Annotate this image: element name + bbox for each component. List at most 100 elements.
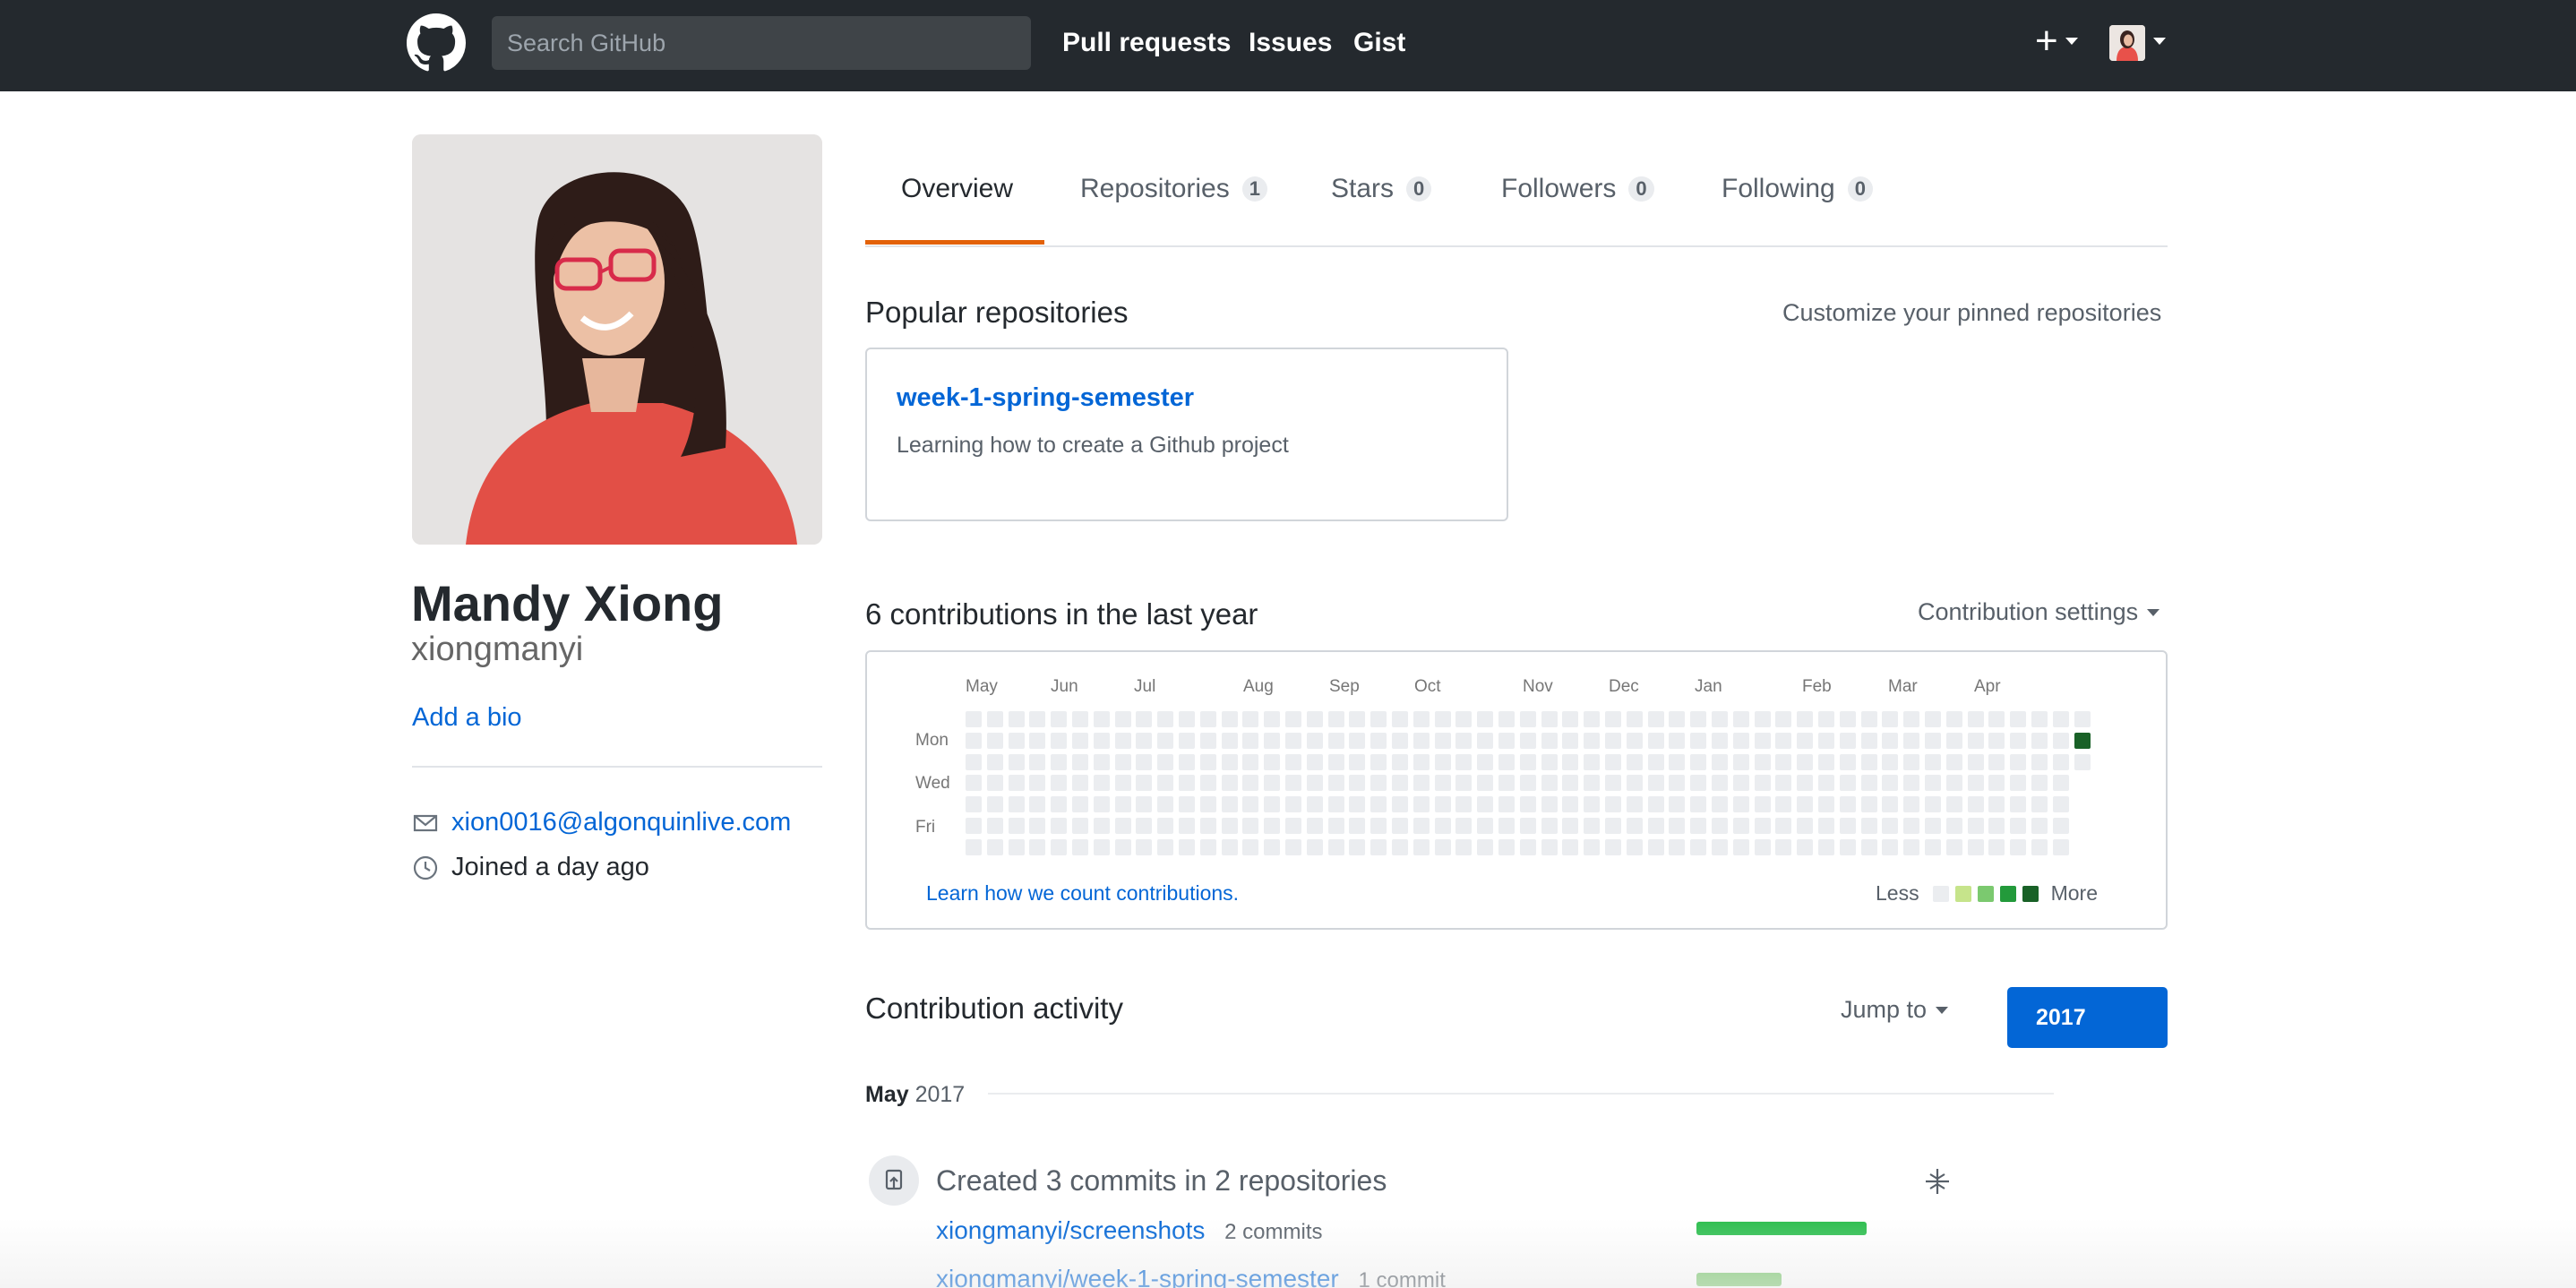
contribution-day-cell[interactable]	[1775, 753, 1792, 770]
contribution-day-cell[interactable]	[1327, 818, 1344, 834]
contribution-day-cell[interactable]	[1988, 732, 2005, 749]
contribution-day-cell[interactable]	[1157, 732, 1174, 749]
contribution-day-cell[interactable]	[1945, 775, 1962, 792]
contribution-day-cell[interactable]	[1114, 818, 1131, 834]
contribution-day-cell[interactable]	[1029, 838, 1046, 855]
contribution-day-cell[interactable]	[1669, 732, 1686, 749]
contribution-day-cell[interactable]	[1029, 711, 1046, 727]
contribution-day-cell[interactable]	[1029, 753, 1046, 770]
contribution-day-cell[interactable]	[1903, 818, 1920, 834]
contribution-day-cell[interactable]	[1199, 711, 1216, 727]
contribution-day-cell[interactable]	[1477, 796, 1494, 813]
contribution-day-cell[interactable]	[1626, 775, 1643, 792]
contribution-day-cell[interactable]	[1199, 838, 1216, 855]
contribution-day-cell[interactable]	[1157, 838, 1174, 855]
contribution-day-cell[interactable]	[1093, 753, 1110, 770]
contribution-day-cell[interactable]	[1221, 838, 1238, 855]
contribution-day-cell[interactable]	[2074, 732, 2091, 749]
contribution-day-cell[interactable]	[1264, 838, 1281, 855]
contribution-day-cell[interactable]	[1498, 711, 1515, 727]
contribution-day-cell[interactable]	[1306, 753, 1323, 770]
contribution-day-cell[interactable]	[1945, 818, 1962, 834]
contribution-day-cell[interactable]	[1434, 796, 1451, 813]
contribution-settings-dropdown[interactable]: Contribution settings	[1918, 598, 2160, 626]
contribution-day-cell[interactable]	[1264, 753, 1281, 770]
contribution-day-cell[interactable]	[2031, 838, 2048, 855]
contribution-day-cell[interactable]	[1349, 818, 1366, 834]
learn-contributions-link[interactable]: Learn how we count contributions.	[926, 881, 1239, 906]
tab-followers[interactable]: Followers 0	[1501, 174, 1654, 204]
contribution-day-cell[interactable]	[1008, 796, 1025, 813]
contribution-day-cell[interactable]	[1818, 732, 1834, 749]
contribution-day-cell[interactable]	[1199, 775, 1216, 792]
contribution-day-cell[interactable]	[1242, 775, 1259, 792]
contribution-day-cell[interactable]	[2010, 796, 2027, 813]
contribution-day-cell[interactable]	[1562, 711, 1579, 727]
contribution-day-cell[interactable]	[2031, 775, 2048, 792]
contribution-day-cell[interactable]	[1498, 775, 1515, 792]
tab-following[interactable]: Following 0	[1722, 174, 1873, 204]
contribution-day-cell[interactable]	[1242, 796, 1259, 813]
contribution-day-cell[interactable]	[1519, 838, 1536, 855]
contribution-day-cell[interactable]	[1285, 775, 1301, 792]
contribution-day-cell[interactable]	[1690, 753, 1707, 770]
contribution-day-cell[interactable]	[1775, 796, 1792, 813]
contribution-day-cell[interactable]	[1264, 732, 1281, 749]
contribution-day-cell[interactable]	[1669, 775, 1686, 792]
contribution-day-cell[interactable]	[2010, 753, 2027, 770]
contribution-day-cell[interactable]	[1988, 796, 2005, 813]
contribution-day-cell[interactable]	[1392, 775, 1408, 792]
contribution-day-cell[interactable]	[1285, 711, 1301, 727]
email-link[interactable]: xion0016@algonquinlive.com	[451, 808, 791, 837]
contribution-day-cell[interactable]	[1072, 838, 1088, 855]
contribution-day-cell[interactable]	[1413, 711, 1430, 727]
contribution-day-cell[interactable]	[1732, 818, 1749, 834]
contribution-day-cell[interactable]	[1392, 753, 1408, 770]
contribution-day-cell[interactable]	[1072, 818, 1088, 834]
contribution-day-cell[interactable]	[1903, 838, 1920, 855]
contribution-day-cell[interactable]	[1285, 796, 1301, 813]
contribution-day-cell[interactable]	[1754, 732, 1771, 749]
contribution-day-cell[interactable]	[1839, 796, 1856, 813]
contribution-day-cell[interactable]	[1114, 775, 1131, 792]
contribution-day-cell[interactable]	[1839, 711, 1856, 727]
contribution-day-cell[interactable]	[1008, 838, 1025, 855]
contribution-day-cell[interactable]	[1327, 775, 1344, 792]
contribution-day-cell[interactable]	[1093, 775, 1110, 792]
contribution-day-cell[interactable]	[1179, 732, 1195, 749]
contribution-day-cell[interactable]	[1775, 838, 1792, 855]
contribution-day-cell[interactable]	[1626, 732, 1643, 749]
contribution-day-cell[interactable]	[1925, 838, 1941, 855]
contribution-day-cell[interactable]	[2031, 818, 2048, 834]
contribution-day-cell[interactable]	[1221, 753, 1238, 770]
contribution-day-cell[interactable]	[1605, 753, 1621, 770]
contribution-day-cell[interactable]	[1072, 775, 1088, 792]
contribution-day-cell[interactable]	[1903, 753, 1920, 770]
contribution-day-cell[interactable]	[1732, 711, 1749, 727]
contribution-day-cell[interactable]	[2052, 775, 2069, 792]
contribution-day-cell[interactable]	[1903, 732, 1920, 749]
contribution-day-cell[interactable]	[1370, 711, 1387, 727]
contribution-day-cell[interactable]	[1967, 818, 1984, 834]
contribution-day-cell[interactable]	[986, 753, 1003, 770]
contribution-day-cell[interactable]	[1242, 753, 1259, 770]
contribution-day-cell[interactable]	[2010, 775, 2027, 792]
contribution-day-cell[interactable]	[1690, 796, 1707, 813]
contribution-day-cell[interactable]	[1199, 753, 1216, 770]
contribution-day-cell[interactable]	[1925, 753, 1941, 770]
add-bio-link[interactable]: Add a bio	[412, 703, 522, 733]
contribution-day-cell[interactable]	[1967, 711, 1984, 727]
contribution-day-cell[interactable]	[966, 711, 982, 727]
contribution-day-cell[interactable]	[1690, 838, 1707, 855]
contribution-day-cell[interactable]	[1051, 796, 1068, 813]
contribution-day-cell[interactable]	[1519, 818, 1536, 834]
contribution-day-cell[interactable]	[1584, 753, 1601, 770]
contribution-day-cell[interactable]	[1860, 838, 1877, 855]
fold-toggle-icon[interactable]	[1922, 1166, 1953, 1197]
contribution-day-cell[interactable]	[2031, 796, 2048, 813]
contribution-day-cell[interactable]	[1519, 796, 1536, 813]
contribution-day-cell[interactable]	[1818, 711, 1834, 727]
contribution-day-cell[interactable]	[1370, 753, 1387, 770]
contribution-day-cell[interactable]	[2052, 753, 2069, 770]
contribution-day-cell[interactable]	[1647, 838, 1664, 855]
